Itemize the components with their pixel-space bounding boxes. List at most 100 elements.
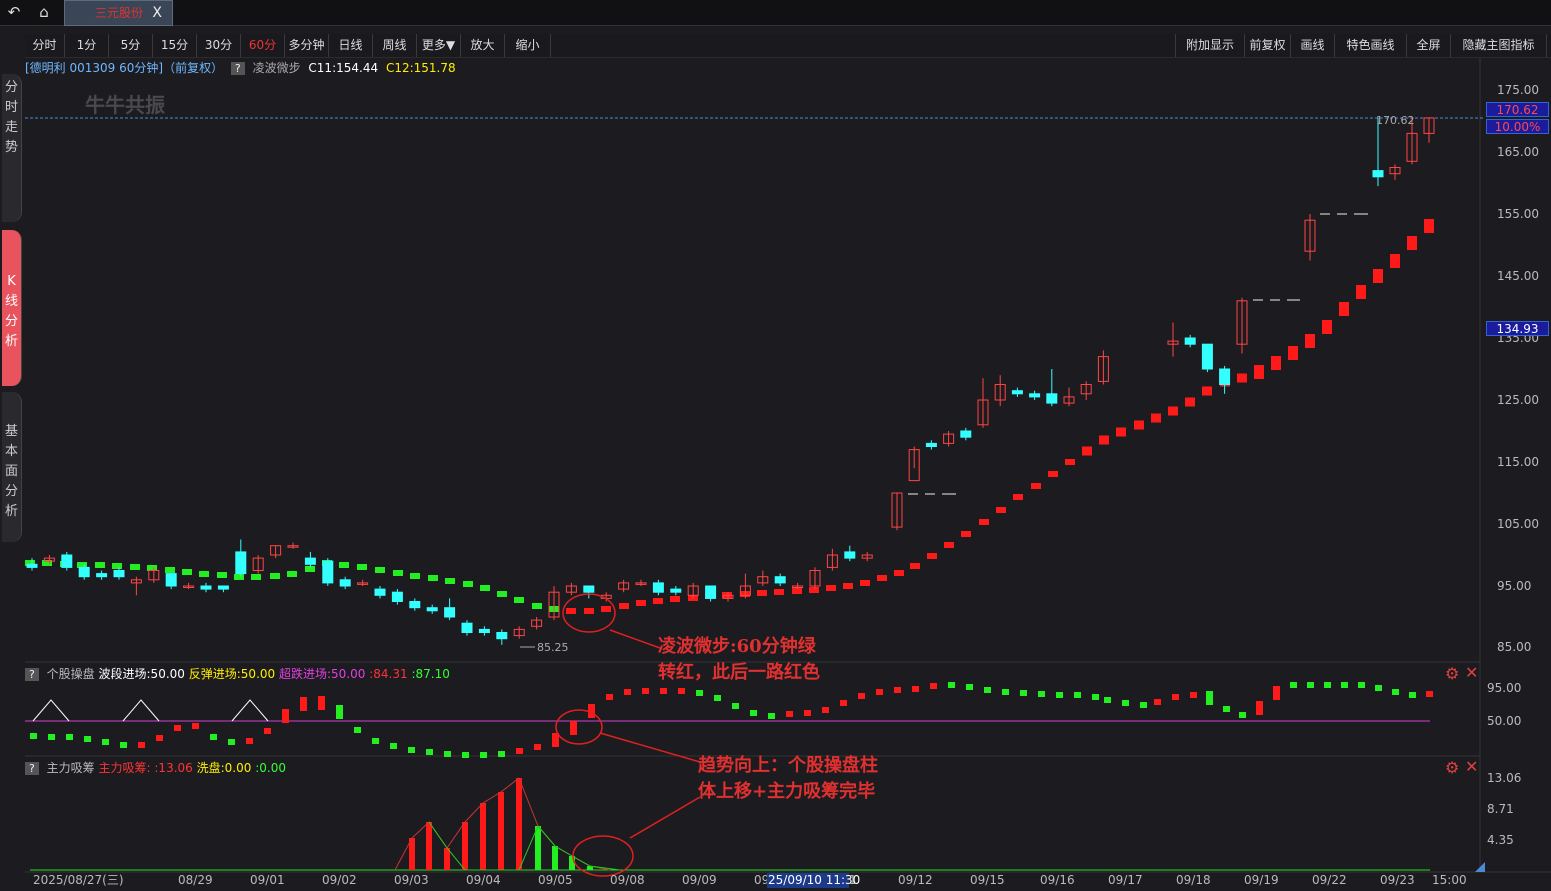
candle-body	[844, 551, 856, 559]
svg-text:09/17: 09/17	[1108, 873, 1143, 887]
candle-body	[113, 570, 125, 578]
flat-dashes	[908, 213, 1368, 495]
indicator-dot-red	[1288, 346, 1298, 360]
sub1-bar	[804, 710, 811, 716]
date-axis: 2025/08/27(三) 08/29 09/01 09/02 09/03 09…	[33, 873, 1467, 887]
indicator-dot-green	[165, 567, 175, 573]
gear-icon[interactable]: ⚙	[1445, 758, 1459, 777]
indicator-dot-red	[1013, 494, 1023, 500]
sub1-bar	[444, 751, 451, 757]
sub1-bar	[1056, 692, 1063, 698]
sub2-bar-red	[480, 803, 486, 870]
svg-text:09/03: 09/03	[394, 873, 429, 887]
candle-body	[670, 588, 682, 593]
candle-body	[774, 576, 786, 584]
svg-text:105.00: 105.00	[1497, 517, 1539, 531]
indicator-dot-red	[601, 606, 611, 612]
close-icon[interactable]: ✕	[1465, 663, 1478, 682]
indicator-dot-green	[112, 563, 122, 569]
gear-icon[interactable]: ⚙	[1445, 664, 1459, 683]
svg-text:95.00: 95.00	[1487, 681, 1521, 695]
candle-body	[583, 585, 595, 593]
indicator-dot-red	[1202, 386, 1212, 396]
sub1-bar	[1256, 701, 1263, 715]
sub2-name: 主力吸筹	[46, 761, 95, 775]
indicator-dot-red	[1373, 269, 1383, 283]
indicator-dot-red	[1185, 397, 1195, 407]
sub1-bar	[84, 736, 91, 742]
svg-text:09/01: 09/01	[250, 873, 285, 887]
svg-text:09/12: 09/12	[898, 873, 933, 887]
candle-body	[26, 563, 38, 568]
indicator-dot-green	[532, 603, 542, 609]
indicator-dot-red	[584, 608, 594, 614]
sub1-triangle	[32, 699, 70, 722]
sub1-bar	[1020, 690, 1027, 696]
annotation-circle	[555, 709, 603, 745]
sub1-bar	[912, 686, 919, 692]
indicator-dot-red	[961, 531, 971, 537]
sub1-bar	[48, 734, 55, 740]
indicator-dot-red	[910, 563, 920, 569]
candle-body	[1201, 343, 1213, 370]
sub1-bar	[1426, 691, 1433, 697]
indicator-dot-green	[375, 567, 385, 573]
cursor-date: 25/09/10 11:30	[768, 873, 860, 887]
candle-body	[304, 557, 316, 565]
indicator-dot-red	[996, 507, 1006, 513]
indicator-dot-red	[566, 608, 576, 614]
candle-body	[339, 579, 351, 587]
svg-text:175.00: 175.00	[1497, 83, 1539, 97]
sub1-bar	[624, 689, 631, 695]
help-icon[interactable]: ?	[25, 762, 39, 775]
candle-body	[391, 591, 403, 603]
annotation-text: 趋势向上：个股操盘柱 体上移+主力吸筹完毕	[698, 755, 878, 802]
candle-body	[705, 585, 717, 599]
sub1-triangle	[122, 699, 160, 722]
svg-text:08/29: 08/29	[178, 873, 213, 887]
sub2-value: :13.06	[154, 761, 193, 775]
candle-body	[444, 607, 456, 618]
indicator-dot-red	[1116, 427, 1126, 437]
svg-text:09/05: 09/05	[538, 873, 573, 887]
close-icon[interactable]: ✕	[1465, 757, 1478, 776]
help-icon[interactable]: ?	[25, 668, 39, 681]
sub1-bar	[282, 709, 289, 723]
sub1-bar	[1092, 694, 1099, 700]
indicator-dot-green	[480, 585, 490, 591]
candle-body	[200, 585, 212, 590]
sub1-bar	[1172, 694, 1179, 700]
svg-text:09/23: 09/23	[1380, 873, 1415, 887]
candle-body	[217, 585, 229, 590]
sub1-bar	[660, 688, 667, 694]
indicator-dot-green	[410, 573, 420, 579]
sub1-value: 超跌进场:50.00	[278, 667, 366, 681]
svg-text:15:00: 15:00	[1432, 873, 1467, 887]
indicator-dot-red	[1322, 320, 1332, 334]
svg-text:8.71: 8.71	[1487, 802, 1514, 816]
sub1-bar	[948, 682, 955, 688]
sub1-bar	[318, 696, 325, 710]
sub1-bar	[1324, 682, 1331, 688]
candle-body	[652, 582, 664, 593]
indicator-dot-red	[1237, 373, 1247, 383]
sub1-bar	[336, 705, 343, 719]
candle-body	[1372, 170, 1384, 178]
svg-text:09/16: 09/16	[1040, 873, 1075, 887]
indicator-dot-green	[234, 574, 244, 580]
sub1-bar	[1307, 682, 1314, 688]
svg-text:155.00: 155.00	[1497, 207, 1539, 221]
candle-body	[78, 566, 90, 578]
indicator-dot-green	[182, 569, 192, 575]
sub2-bar-green	[535, 826, 541, 870]
indicator-dot-red	[619, 603, 629, 609]
indicator-dot-red	[944, 542, 954, 548]
indicator-dot-red	[1271, 356, 1281, 370]
indicator-dot-green	[287, 571, 297, 577]
indicator-dot-green	[497, 591, 507, 597]
indicator-dot-green	[463, 581, 473, 587]
candle-body	[1046, 393, 1058, 404]
low-label: 85.25	[537, 641, 569, 654]
sub2-bar-red	[426, 822, 432, 870]
indicator-dot-red	[1424, 219, 1434, 233]
